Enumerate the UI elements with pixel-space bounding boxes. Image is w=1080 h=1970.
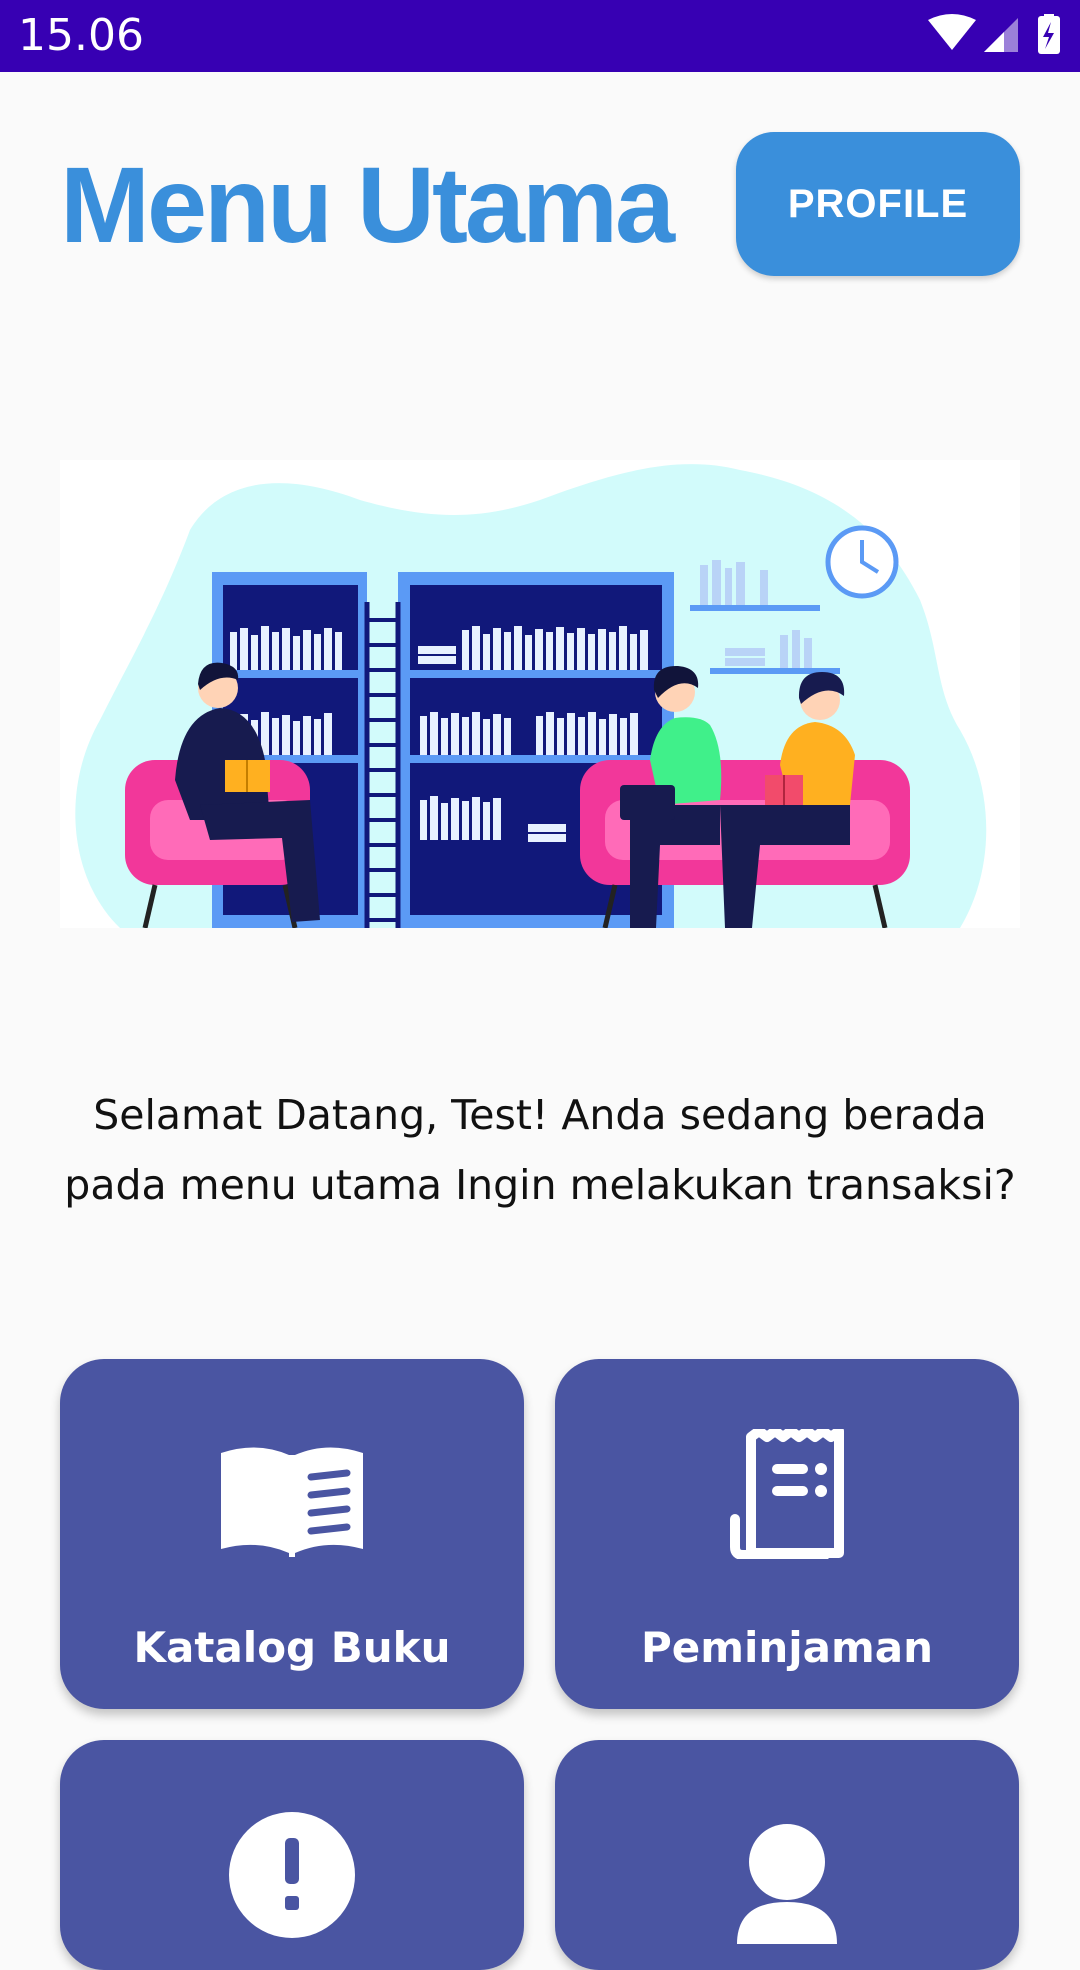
profile-tile[interactable] bbox=[555, 1740, 1019, 1970]
profile-button[interactable]: PROFILE bbox=[736, 132, 1020, 276]
katalog-buku-label: Katalog Buku bbox=[133, 1623, 451, 1672]
katalog-buku-tile[interactable]: Katalog Buku bbox=[60, 1359, 524, 1709]
status-time: 15.06 bbox=[18, 10, 144, 61]
signal-icon bbox=[984, 18, 1018, 52]
person-icon bbox=[732, 1824, 842, 1949]
battery-icon bbox=[1038, 14, 1060, 54]
status-bar: 15.06 bbox=[0, 0, 1080, 72]
welcome-message: Selamat Datang, Test! Anda sedang berada… bbox=[64, 1091, 1016, 1209]
alert-icon bbox=[229, 1812, 355, 1943]
peminjaman-tile[interactable]: Peminjaman bbox=[555, 1359, 1019, 1709]
clock-icon bbox=[825, 525, 899, 599]
book-icon bbox=[221, 1445, 363, 1562]
alert-tile[interactable] bbox=[60, 1740, 524, 1970]
hero-illustration bbox=[60, 460, 1020, 928]
wifi-icon bbox=[928, 14, 976, 50]
page-title: Menu Utama bbox=[60, 144, 675, 265]
receipt-icon bbox=[729, 1426, 845, 1564]
status-icons bbox=[926, 14, 1066, 58]
peminjaman-label: Peminjaman bbox=[640, 1623, 934, 1672]
